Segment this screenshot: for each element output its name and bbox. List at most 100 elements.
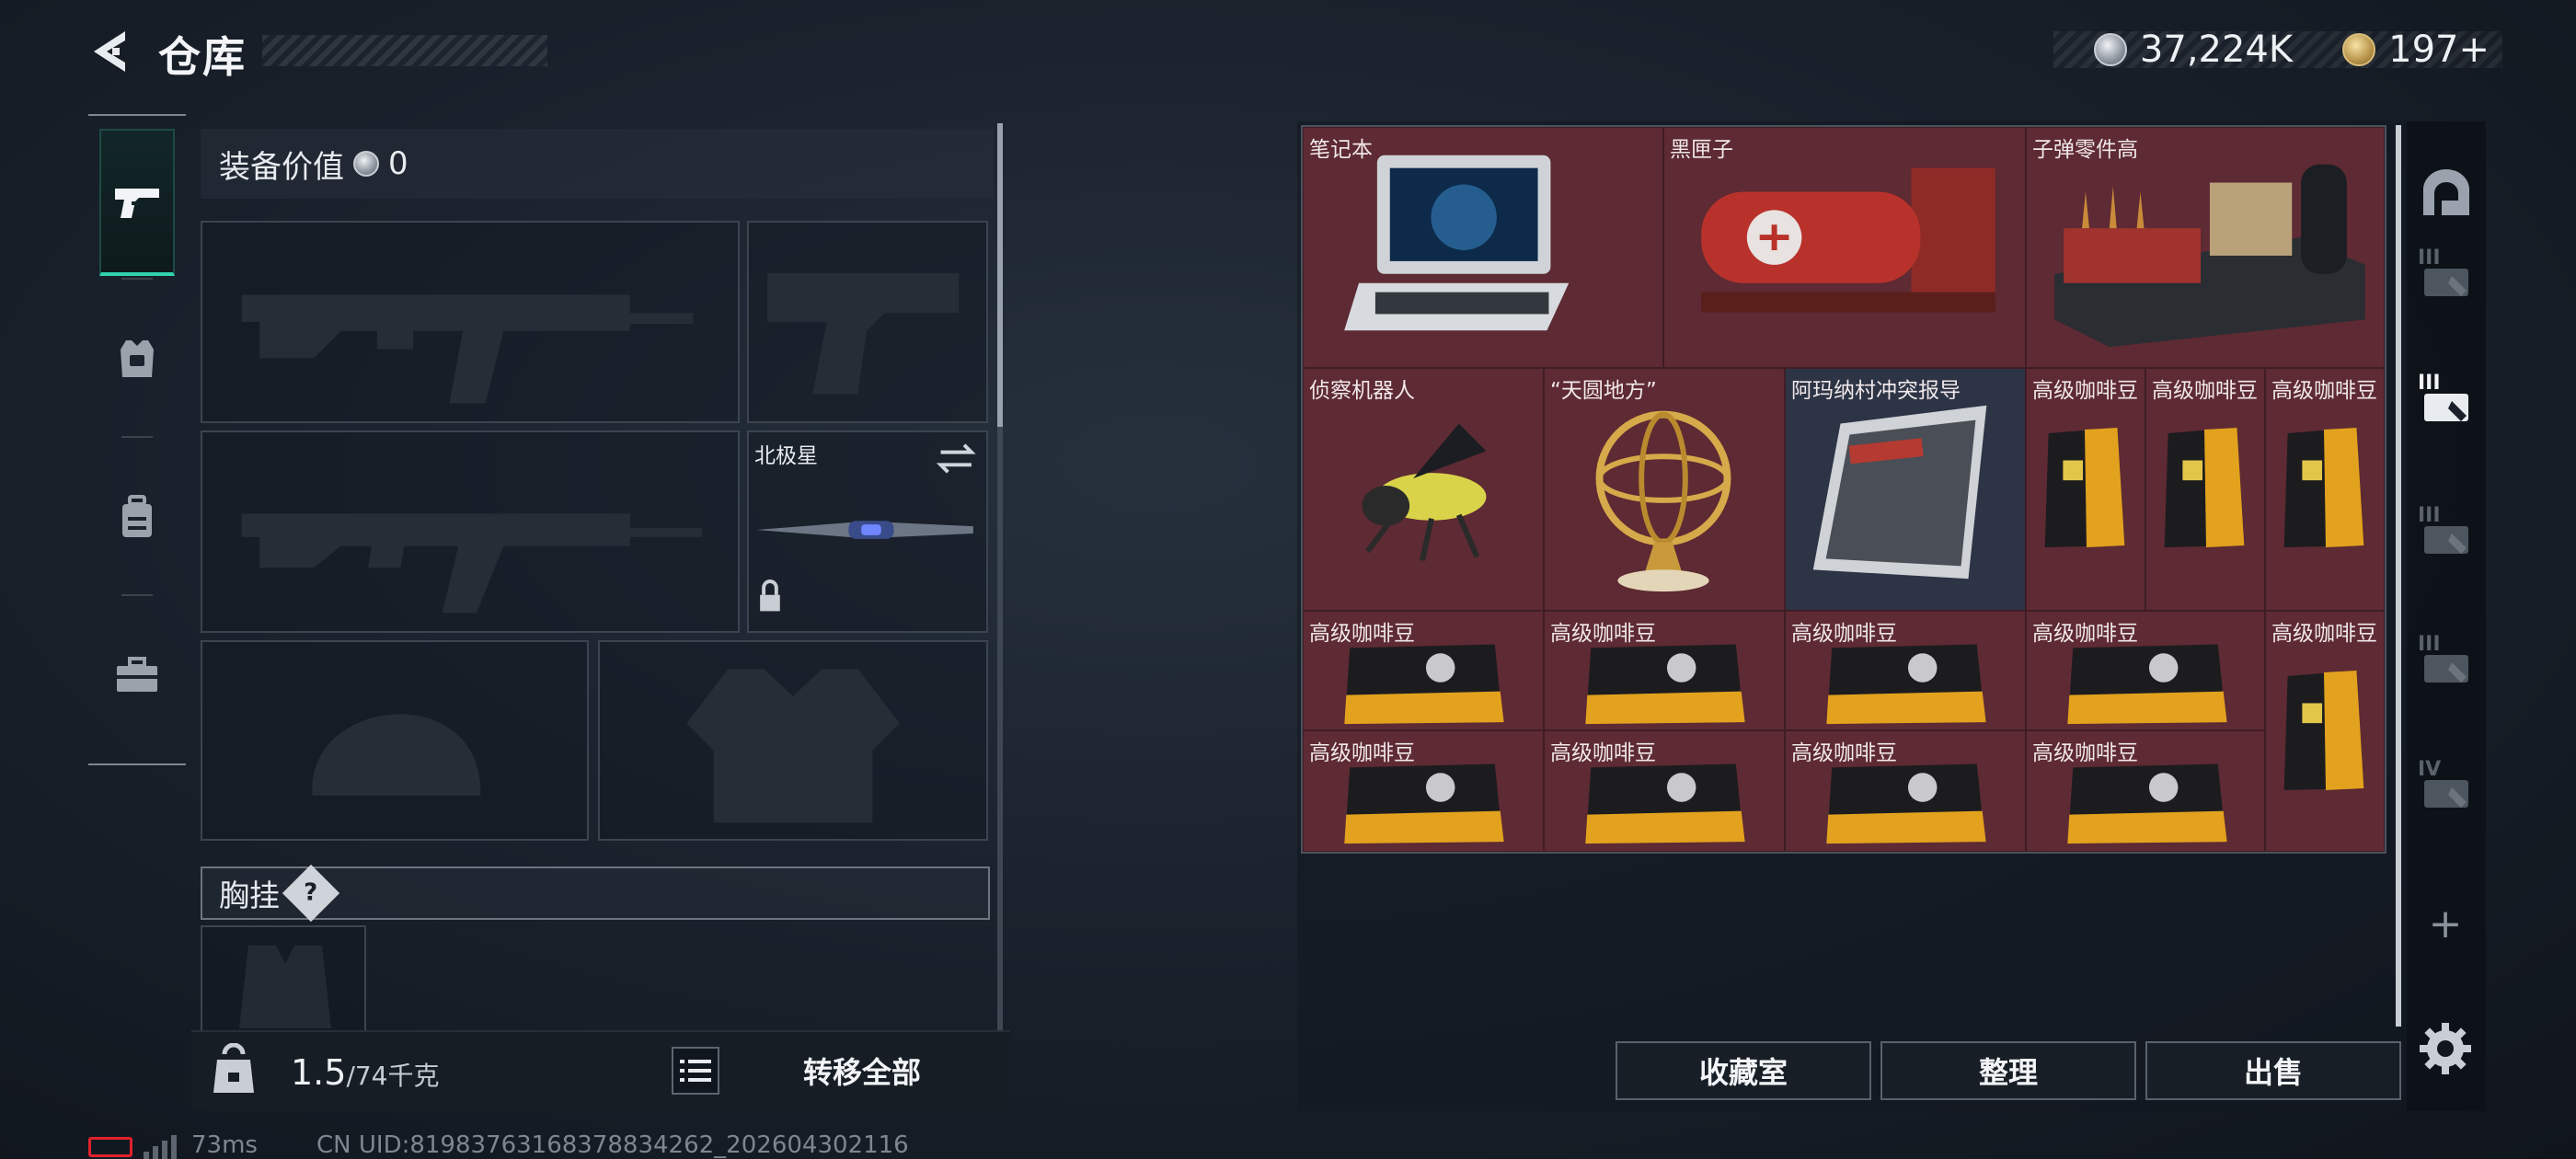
equipment-value-bar: 装备价值 0 bbox=[201, 129, 994, 199]
primary-weapon-slot[interactable] bbox=[201, 221, 740, 423]
coffee-pack-icon bbox=[1344, 644, 1504, 725]
stash-item-laptop[interactable]: 笔记本 bbox=[1303, 127, 1663, 368]
magazine-icon bbox=[1812, 405, 1987, 580]
secondary-weapon-slot[interactable] bbox=[201, 430, 740, 633]
laptop-icon bbox=[1344, 155, 1570, 331]
helmet-silhouette-icon bbox=[312, 714, 481, 796]
help-icon[interactable]: ? bbox=[282, 864, 340, 923]
list-view-button[interactable] bbox=[672, 1047, 719, 1095]
silver-currency-value: 37,224K bbox=[2139, 29, 2294, 71]
user-uid: CN UID:8198376316837883426​2_20260430211… bbox=[316, 1131, 909, 1159]
coffee-pack-icon bbox=[2067, 763, 2227, 844]
nav-armor[interactable] bbox=[99, 285, 175, 432]
armillary-sphere-icon bbox=[1595, 410, 1731, 592]
rifle-silhouette-icon bbox=[241, 294, 694, 404]
swap-icon[interactable] bbox=[936, 443, 976, 474]
chest-rig-silhouette-icon bbox=[239, 946, 331, 1028]
chest-rig-slot[interactable] bbox=[201, 925, 366, 1034]
melee-slot[interactable]: 北极星 bbox=[747, 430, 988, 633]
weight-current: 1.5 bbox=[291, 1052, 347, 1093]
stash-item-coffee[interactable]: 高级咖啡豆 bbox=[2265, 611, 2385, 852]
left-nav-rail bbox=[88, 114, 186, 765]
stash-scrollbar[interactable] bbox=[2396, 125, 2401, 1027]
coffee-bag-icon bbox=[2283, 428, 2364, 548]
stash-item-scout-robot[interactable]: 侦察机器人 bbox=[1303, 368, 1544, 611]
coffee-pack-icon bbox=[1585, 763, 1745, 844]
stash-item-coffee[interactable]: 高级咖啡豆 bbox=[1785, 611, 2026, 730]
battery-icon bbox=[88, 1137, 132, 1157]
stash-item-magazine[interactable]: 阿玛纳村冲突报导 bbox=[1785, 368, 2026, 611]
sell-button[interactable]: 出售 bbox=[2145, 1041, 2401, 1100]
coffee-pack-icon bbox=[1826, 644, 1986, 725]
stash-item-black-box[interactable]: 黑匣子 bbox=[1663, 127, 2026, 368]
coffee-bag-icon bbox=[2164, 428, 2245, 548]
bag-weight-icon[interactable] bbox=[208, 1042, 259, 1098]
pistol-slot[interactable] bbox=[747, 221, 988, 423]
pistol-icon bbox=[115, 189, 159, 218]
nav-backpack[interactable] bbox=[99, 443, 175, 591]
equipment-value: 0 bbox=[388, 145, 408, 182]
sort-button[interactable]: 整理 bbox=[1880, 1041, 2136, 1100]
stash-item-coffee[interactable]: 高级咖啡豆 bbox=[1785, 730, 2026, 852]
weight-max: /74千克 bbox=[346, 1061, 440, 1091]
silver-coin-icon bbox=[2093, 33, 2127, 66]
home-door-icon bbox=[2423, 169, 2469, 215]
scout-robot-icon bbox=[1362, 423, 1487, 562]
add-tab-button[interactable]: + bbox=[2420, 898, 2471, 949]
tab-storage-4[interactable]: III bbox=[2412, 629, 2480, 703]
weight-readout: 1.5/74千克 bbox=[291, 1052, 440, 1093]
signal-icon bbox=[144, 1135, 177, 1159]
lock-icon bbox=[760, 580, 780, 612]
stash-item-coffee[interactable]: 高级咖啡豆 bbox=[1544, 611, 1785, 730]
tab-storage-3[interactable]: III bbox=[2412, 500, 2480, 574]
stash-item-coffee[interactable]: 高级咖啡豆 bbox=[2145, 368, 2265, 611]
gear-icon bbox=[2420, 1023, 2471, 1074]
stash-item-armillary-sphere[interactable]: “天圆地方” bbox=[1544, 368, 1785, 611]
coffee-pack-icon bbox=[1585, 644, 1745, 725]
transfer-all-button[interactable]: 转移全部 bbox=[747, 1045, 977, 1096]
page-title: 仓库 bbox=[158, 32, 247, 82]
stash-item-ammo-parts[interactable]: 子弹零件高 bbox=[2026, 127, 2385, 368]
black-box-icon bbox=[1701, 167, 1995, 313]
armor-slot[interactable] bbox=[598, 640, 988, 841]
coffee-bag-icon bbox=[2283, 671, 2364, 790]
coffee-pack-icon bbox=[1344, 763, 1504, 844]
chest-rig-label: 胸挂 bbox=[219, 878, 280, 913]
pistol-silhouette-icon bbox=[767, 272, 960, 395]
armor-vest-icon bbox=[121, 340, 154, 377]
tab-storage-5[interactable]: IV bbox=[2412, 754, 2480, 828]
currency-bar: 37,224K 197+ bbox=[2053, 29, 2502, 71]
tab-storage-1[interactable]: III bbox=[2412, 243, 2480, 316]
settings-button[interactable] bbox=[2418, 1021, 2473, 1076]
coffee-pack-icon bbox=[2067, 644, 2227, 725]
stash-item-coffee[interactable]: 高级咖啡豆 bbox=[2265, 368, 2385, 611]
gold-coin-icon bbox=[2342, 33, 2376, 66]
nav-case[interactable] bbox=[99, 602, 175, 749]
ammo-parts-icon bbox=[2054, 164, 2365, 348]
chest-rig-header: 胸挂 ? bbox=[201, 864, 990, 923]
tab-home[interactable] bbox=[2412, 156, 2480, 230]
back-arrow-icon bbox=[94, 31, 125, 72]
rifle-silhouette-icon bbox=[241, 513, 703, 614]
stash-item-coffee[interactable]: 高级咖啡豆 bbox=[2026, 368, 2145, 611]
vest-silhouette-icon bbox=[686, 669, 900, 823]
ping-readout: 73ms bbox=[191, 1131, 258, 1159]
stash-item-coffee[interactable]: 高级咖啡豆 bbox=[1303, 730, 1544, 852]
collection-room-button[interactable]: 收藏室 bbox=[1616, 1041, 1871, 1100]
equipment-scrollbar-thumb[interactable] bbox=[997, 123, 1003, 427]
stash-item-coffee[interactable]: 高级咖啡豆 bbox=[2026, 611, 2265, 730]
list-icon bbox=[680, 1060, 711, 1082]
coffee-bag-icon bbox=[2044, 428, 2125, 548]
back-button[interactable] bbox=[85, 26, 140, 77]
nav-weapons[interactable] bbox=[99, 129, 175, 276]
title-decoration bbox=[262, 35, 547, 66]
gold-currency-value[interactable]: 197+ bbox=[2388, 29, 2490, 71]
helmet-slot[interactable] bbox=[201, 640, 589, 841]
tab-storage-2[interactable]: III bbox=[2412, 368, 2480, 442]
knife-icon bbox=[756, 521, 973, 539]
silver-coin-icon bbox=[353, 151, 379, 177]
coffee-pack-icon bbox=[1826, 763, 1986, 844]
stash-item-coffee[interactable]: 高级咖啡豆 bbox=[1544, 730, 1785, 852]
stash-item-coffee[interactable]: 高级咖啡豆 bbox=[2026, 730, 2265, 852]
stash-item-coffee[interactable]: 高级咖啡豆 bbox=[1303, 611, 1544, 730]
